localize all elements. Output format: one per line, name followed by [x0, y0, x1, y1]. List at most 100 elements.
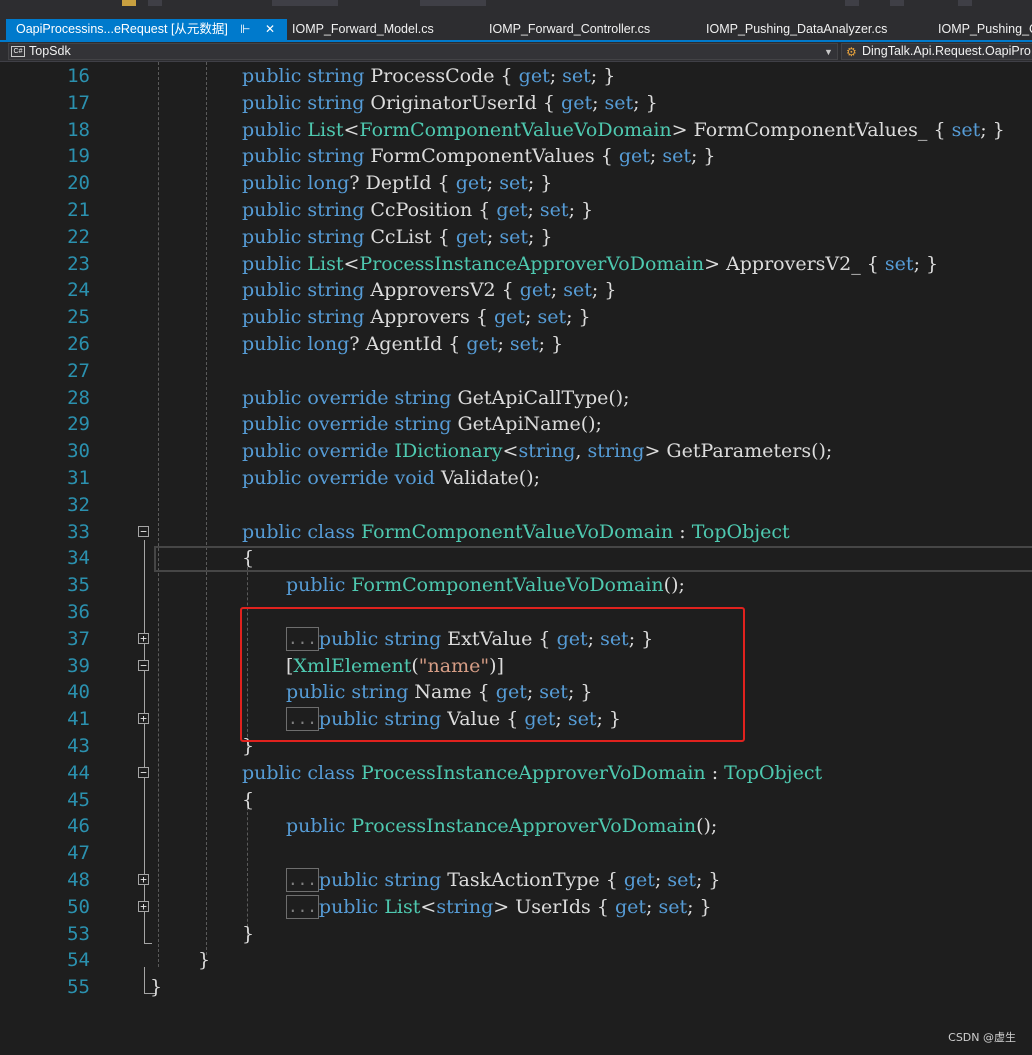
code-text: public override string GetApiName();: [242, 411, 602, 438]
code-line[interactable]: 18 public List<FormComponentValueVoDomain…: [0, 117, 1032, 144]
collapsed-region-icon[interactable]: ...: [286, 894, 319, 919]
line-number: 44: [67, 761, 90, 784]
line-number: 19: [67, 145, 90, 168]
close-icon[interactable]: ✕: [265, 19, 275, 40]
code-token: :: [679, 520, 692, 543]
code-line[interactable]: 47: [0, 840, 1032, 867]
tab-forward-model[interactable]: IOMP_Forward_Model.cs: [292, 19, 462, 40]
code-line[interactable]: 32: [0, 492, 1032, 519]
code-token: {: [605, 869, 624, 891]
tab-pushing-dataanalyzer[interactable]: IOMP_Pushing_DataAnalyzer.cs: [706, 19, 906, 40]
toolbar-combo-2[interactable]: [420, 0, 486, 6]
tab-active[interactable]: OapiProcessins...eRequest [从元数据] ⊩ ✕: [6, 19, 287, 40]
code-line[interactable]: 53}: [0, 921, 1032, 948]
code-line[interactable]: 31 public override void Validate();: [0, 465, 1032, 492]
tab-pushing-c[interactable]: IOMP_Pushing_C: [938, 19, 1032, 40]
code-token: void: [394, 467, 441, 489]
code-token: List: [307, 118, 344, 141]
code-token: GetApiName: [457, 413, 581, 436]
code-line[interactable]: 27: [0, 358, 1032, 385]
code-token: class: [307, 761, 361, 784]
code-token: public: [242, 520, 308, 543]
line-number: 55: [67, 976, 90, 999]
expand-icon[interactable]: +: [138, 900, 149, 912]
code-token: string: [307, 199, 371, 221]
code-line[interactable]: 25 public string Approvers { get; set; }: [0, 304, 1032, 331]
line-number: 54: [67, 949, 90, 972]
code-token: ProcessInstanceApproverVoDomain: [351, 815, 697, 838]
code-token: long: [307, 333, 350, 355]
collapsed-region-icon[interactable]: ...: [286, 868, 319, 892]
code-line[interactable]: 29 public override string GetApiName();: [0, 411, 1032, 438]
code-text: public class ProcessInstanceApproverVoDo…: [242, 760, 822, 787]
code-token: string: [307, 145, 371, 168]
line-number: 45: [67, 788, 90, 811]
code-token: List: [384, 895, 421, 918]
tool-icon-2[interactable]: [890, 0, 904, 6]
collapse-icon[interactable]: −: [138, 525, 149, 537]
code-line[interactable]: 54}: [0, 947, 1032, 974]
annotation-highlight-box: [240, 607, 745, 742]
code-line[interactable]: 20 public long? DeptId { get; set; }: [0, 170, 1032, 197]
type-dropdown[interactable]: ⚙ DingTalk.Api.Request.OapiPro: [841, 43, 1032, 60]
line-number: 24: [67, 279, 90, 302]
expand-icon[interactable]: +: [138, 713, 149, 725]
expand-icon[interactable]: +: [138, 874, 149, 885]
code-token: {: [437, 225, 456, 248]
code-line[interactable]: 21 public string CcPosition { get; set; }: [0, 197, 1032, 224]
code-text: ... public string TaskActionType { get; s…: [286, 867, 721, 894]
pin-icon[interactable]: ⊩: [240, 19, 250, 40]
code-token: string: [436, 895, 494, 918]
code-token: public: [242, 761, 308, 784]
code-line[interactable]: 45 {: [0, 787, 1032, 814]
collapse-icon[interactable]: −: [138, 766, 149, 778]
code-line[interactable]: 33 − public class FormComponentValueVoDoma…: [0, 519, 1032, 546]
tool-icon[interactable]: [845, 0, 859, 6]
code-line[interactable]: 17 public string OriginatorUserId { get; …: [0, 90, 1032, 117]
code-token: UserIds: [515, 895, 597, 918]
code-token: List: [307, 252, 344, 275]
code-line[interactable]: 34 {: [0, 545, 1032, 572]
code-token: class: [307, 520, 361, 543]
code-token: ApproversV2: [370, 279, 502, 302]
code-token: get: [561, 91, 593, 114]
line-number: 16: [67, 65, 90, 87]
code-line[interactable]: 30 public override IDictionary<string, st…: [0, 438, 1032, 465]
project-dropdown[interactable]: C# TopSdk ▼: [8, 43, 838, 60]
code-line[interactable]: 35 public FormComponentValueVoDomain();: [0, 572, 1032, 599]
tab-label: IOMP_Pushing_DataAnalyzer.cs: [706, 22, 888, 36]
toolbar-combo[interactable]: [272, 0, 338, 6]
code-line[interactable]: 46 public ProcessInstanceApproverVoDomain…: [0, 813, 1032, 840]
line-number: 43: [67, 735, 90, 757]
code-line[interactable]: 24 public string ApproversV2 { get; set; …: [0, 277, 1032, 304]
code-line[interactable]: 16 public string ProcessCode { get; set; …: [0, 63, 1032, 90]
line-number: 28: [67, 386, 90, 409]
line-number: 29: [67, 413, 90, 436]
code-line[interactable]: 26 public long? AgentId { get; set; }: [0, 331, 1032, 358]
expand-icon[interactable]: +: [138, 632, 149, 644]
line-number: 17: [67, 91, 90, 114]
code-line[interactable]: 44 − public class ProcessInstanceApproverV…: [0, 760, 1032, 787]
code-token: public: [286, 574, 352, 597]
save-icon[interactable]: [148, 0, 162, 6]
code-token: set: [539, 199, 569, 221]
tab-forward-controller[interactable]: IOMP_Forward_Controller.cs: [489, 19, 679, 40]
code-line[interactable]: 19 public string FormComponentValues { ge…: [0, 143, 1032, 170]
code-token: ; }: [690, 145, 716, 168]
line-number: 33: [67, 520, 90, 543]
code-token: get: [493, 306, 525, 329]
code-line[interactable]: 23 public List<ProcessInstanceApproverVoD…: [0, 251, 1032, 278]
code-line[interactable]: 48 +... public string TaskActionType { get…: [0, 867, 1032, 894]
folder-icon[interactable]: [122, 0, 136, 6]
code-line[interactable]: 28 public override string GetApiCallType(…: [0, 385, 1032, 412]
code-line[interactable]: 55}: [0, 974, 1032, 1001]
code-token: ();: [608, 386, 630, 409]
tool-icon-3[interactable]: [958, 0, 972, 6]
code-line[interactable]: 22 public string CcList { get; set; }: [0, 224, 1032, 251]
code-token: override: [307, 440, 395, 463]
code-editor[interactable]: 16 public string ProcessCode { get; set; …: [0, 62, 1032, 1055]
collapse-icon[interactable]: −: [138, 659, 149, 671]
code-token: <: [420, 895, 437, 918]
code-token: public: [286, 815, 352, 838]
code-line[interactable]: 50 +... public List<string> UserIds { get;…: [0, 894, 1032, 921]
